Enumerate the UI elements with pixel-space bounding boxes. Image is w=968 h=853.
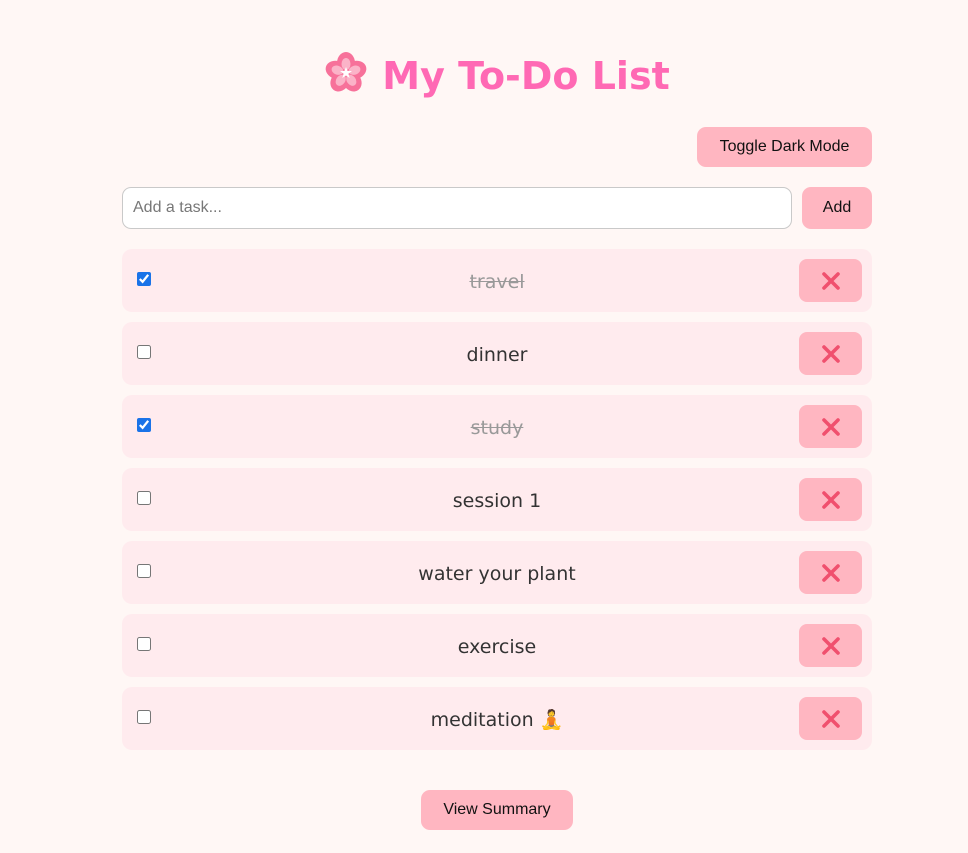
view-summary-button[interactable]: View Summary [421,790,573,830]
task-item: travel [122,249,872,312]
task-item: session 1 [122,468,872,531]
task-label: meditation 🧘 [430,709,564,731]
task-label: exercise [457,636,537,658]
task-checkbox[interactable] [137,272,151,286]
task-item: exercise [122,614,872,677]
close-icon [821,417,840,436]
delete-task-button[interactable] [799,697,862,740]
task-item: meditation 🧘 [122,687,872,750]
close-icon [821,271,840,290]
delete-task-button[interactable] [799,259,862,302]
task-item: water your plant [122,541,872,604]
task-list: travel dinner study session 1 water your pla… [122,249,872,760]
task-checkbox[interactable] [137,637,151,651]
task-item: study [122,395,872,458]
page-title: My To-Do List [122,50,872,102]
task-checkbox[interactable] [137,491,151,505]
task-input[interactable] [122,187,792,229]
task-label: travel [469,271,525,293]
delete-task-button[interactable] [799,405,862,448]
task-item: dinner [122,322,872,385]
close-icon [821,344,840,363]
add-task-button[interactable]: Add [802,187,872,229]
task-checkbox[interactable] [137,418,151,432]
close-icon [821,490,840,509]
delete-task-button[interactable] [799,551,862,594]
close-icon [821,709,840,728]
task-checkbox[interactable] [137,345,151,359]
task-label: session 1 [452,490,542,512]
task-label: study [470,417,524,439]
delete-task-button[interactable] [799,624,862,667]
delete-task-button[interactable] [799,332,862,375]
page-title-text: My To-Do List [382,54,670,98]
close-icon [821,636,840,655]
task-checkbox[interactable] [137,564,151,578]
delete-task-button[interactable] [799,478,862,521]
cherry-blossom-icon [324,51,368,95]
task-label: water your plant [418,563,576,585]
task-label: dinner [466,344,528,366]
task-checkbox[interactable] [137,710,151,724]
close-icon [821,563,840,582]
toggle-dark-mode-button[interactable]: Toggle Dark Mode [697,127,872,167]
